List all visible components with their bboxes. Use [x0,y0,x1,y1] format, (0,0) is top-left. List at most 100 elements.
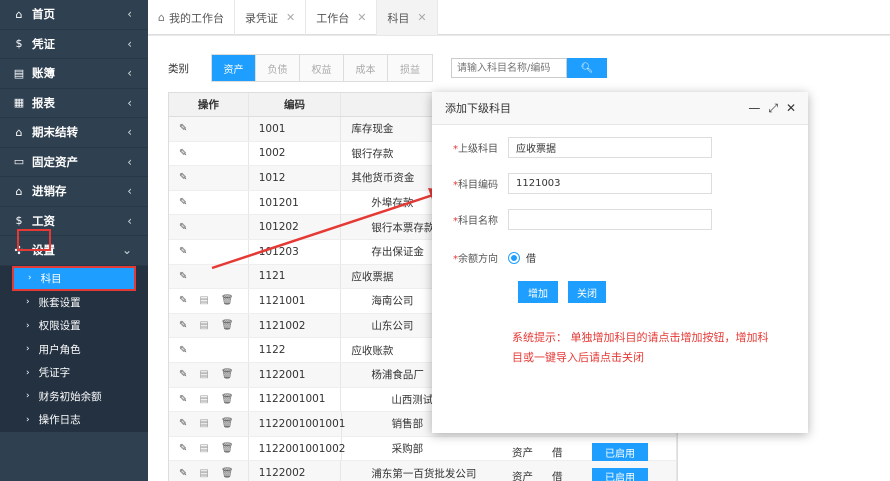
edit-icon[interactable]: ✎ [179,369,187,380]
edit-icon[interactable]: ✎ [179,148,187,159]
edit-icon[interactable]: ✎ [179,197,187,208]
add-button[interactable]: 增加 [518,281,558,303]
sidebar-item-5[interactable]: ▭ 固定资产 ‹ [0,148,148,177]
enabled-status-button[interactable]: 已启用 [592,467,648,481]
document-icon[interactable]: ▤ [199,418,208,429]
edit-icon[interactable]: ✎ [179,320,187,331]
document-icon[interactable]: ▤ [199,468,208,479]
row-code: 101201 [249,190,342,215]
row-ops: ✎ [169,239,249,264]
settings-submenu: › 科目 › 账套设置 › 权限设置 › 用户角色 › 凭证字 › 财务初始余额 › 操作日志 [0,265,148,432]
category-tab-1[interactable]: 负债 [256,55,300,81]
sidebar-item-label: 凭证 [32,36,55,51]
document-icon[interactable]: ▤ [199,295,208,306]
edit-icon[interactable]: ✎ [179,468,187,479]
subject-name-field[interactable] [508,209,712,230]
row-code: 101202 [249,215,342,239]
trash-icon[interactable]: 🗑︎ [221,418,234,429]
category-tab-4[interactable]: 损益 [388,55,432,81]
trash-icon[interactable]: 🗑︎ [221,443,234,454]
search-input[interactable] [451,58,567,78]
submenu-item-3[interactable]: › 用户角色 [0,338,148,362]
submenu-item-6[interactable]: › 操作日志 [0,408,148,432]
maximize-icon[interactable]: ⤢ [768,101,778,116]
dollar-icon: $ [15,214,23,228]
tab-3[interactable]: 科目 ✕ [377,0,438,35]
trash-icon[interactable]: 🗑︎ [221,295,234,306]
sidebar-item-3[interactable]: ▦ 报表 ‹ [0,89,148,118]
document-icon[interactable]: ▤ [199,320,208,331]
sidebar-item-4[interactable]: ⌂ 期末结转 ‹ [0,118,148,148]
submenu-item-4[interactable]: › 凭证字 [0,361,148,385]
row-type: 资产 [512,446,533,459]
edit-icon[interactable]: ✎ [179,271,187,282]
sidebar-item-6[interactable]: ⌂ 进销存 ‹ [0,177,148,207]
subject-code-field[interactable] [508,173,712,194]
tab-2[interactable]: 工作台 ✕ [306,0,378,35]
edit-icon[interactable]: ✎ [179,123,187,134]
chevron-right-icon: › [28,273,32,283]
edit-icon[interactable]: ✎ [179,394,187,405]
edit-icon[interactable]: ✎ [179,345,187,356]
row-ops: ✎ ▤ 🗑︎ [169,362,249,387]
close-icon[interactable]: ✕ [786,101,796,116]
tab-1[interactable]: 录凭证 ✕ [235,0,307,35]
modal-title: 添加下级科目 [445,102,511,115]
parent-subject-field[interactable] [508,137,712,158]
edit-icon[interactable]: ✎ [179,418,187,429]
minimize-icon[interactable]: — [748,101,760,116]
chevron-right-icon: › [26,367,30,378]
tab-close-icon[interactable]: ✕ [417,11,426,24]
edit-icon[interactable]: ✎ [179,443,187,454]
debit-radio[interactable] [508,251,520,264]
debit-radio-label: 借 [526,254,536,265]
report-icon: ▦ [13,96,25,110]
submenu-item-2[interactable]: › 权限设置 [0,314,148,338]
trash-icon[interactable]: 🗑︎ [221,369,234,380]
chevron-left-icon: ‹ [127,95,132,110]
submenu-item-label: 科目 [40,272,62,285]
row-code: 1122001001001 [249,412,345,436]
tab-bar: ⌂ 我的工作台 录凭证 ✕ 工作台 ✕ 科目 ✕ [148,0,890,35]
trash-icon[interactable]: 🗑︎ [221,320,234,331]
row-ops: ✎ ▤ 🗑︎ [169,412,249,436]
table-right-cells: 资产借已启用 资产借已启用 [508,440,808,481]
sidebar-item-2[interactable]: ▤ 账簿 ‹ [0,59,148,89]
category-tab-2[interactable]: 权益 [300,55,344,81]
row-direction: 借 [552,446,563,459]
row-ops: ✎ ▤ 🗑︎ [169,436,249,461]
sidebar-item-label: 账簿 [32,66,55,81]
document-icon[interactable]: ▤ [199,394,208,405]
submenu-item-1[interactable]: › 账套设置 [0,291,148,315]
tab-0[interactable]: ⌂ 我的工作台 [148,0,235,35]
edit-icon[interactable]: ✎ [179,295,187,306]
tab-close-icon[interactable]: ✕ [286,11,295,24]
chevron-left-icon: ‹ [127,36,132,51]
row-ops: ✎ [169,264,249,289]
sidebar-item-0[interactable]: ⌂ 首页 ‹ [0,0,148,30]
document-icon[interactable]: ▤ [199,369,208,380]
chevron-right-icon: › [26,414,30,425]
submenu-item-5[interactable]: › 财务初始余额 [0,385,148,409]
sidebar-item-label: 进销存 [32,184,67,199]
edit-icon[interactable]: ✎ [179,172,187,183]
enabled-status-button[interactable]: 已启用 [592,443,648,462]
trash-icon[interactable]: 🗑︎ [221,394,234,405]
chevron-left-icon: ‹ [127,66,132,80]
category-tab-3[interactable]: 成本 [344,55,388,81]
submenu-item-0[interactable]: › 科目 [12,265,136,291]
close-button[interactable]: 关闭 [568,281,606,303]
tab-close-icon[interactable]: ✕ [357,11,366,24]
row-ops: ✎ [169,338,249,362]
edit-icon[interactable]: ✎ [179,222,187,233]
document-icon[interactable]: ▤ [199,443,208,454]
edit-icon[interactable]: ✎ [179,246,187,257]
search-icon: 🔍︎ [580,62,594,74]
trash-icon[interactable]: 🗑︎ [221,468,234,479]
sidebar-item-1[interactable]: $ 凭证 ‹ [0,30,148,59]
submenu-item-label: 凭证字 [38,367,71,380]
search-button[interactable]: 🔍︎ [567,58,607,78]
category-tab-0[interactable]: 资产 [212,55,256,81]
inventory-icon: ⌂ [15,184,23,198]
row-ops: ✎ [169,215,249,239]
